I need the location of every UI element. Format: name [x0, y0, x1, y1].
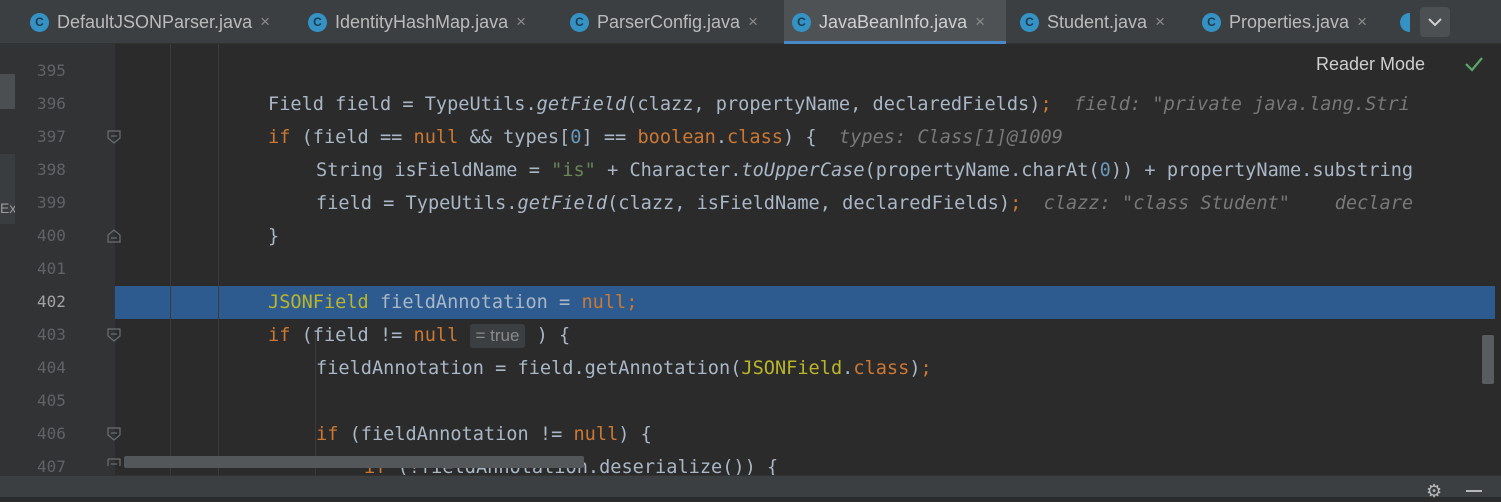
indent-guide [170, 44, 171, 475]
code-line-400: } [268, 226, 280, 247]
horizontal-scrollbar[interactable] [124, 456, 584, 468]
close-icon[interactable]: × [975, 12, 985, 32]
tab-label: DefaultJSONParser.java [57, 11, 253, 32]
reader-mode-button[interactable]: Reader Mode [1316, 54, 1425, 75]
strip-marker [0, 74, 15, 109]
check-icon[interactable] [1464, 55, 1484, 73]
close-icon[interactable]: × [516, 12, 526, 32]
debug-value-hint: declare [1334, 193, 1414, 214]
tab-overflow-partial[interactable] [1400, 0, 1410, 44]
gear-icon[interactable]: ⚙ [1426, 481, 1442, 502]
code-line-402: JSONField fieldAnnotation = null; [268, 292, 638, 313]
close-icon[interactable]: × [748, 12, 758, 32]
line-number-current: 402 [37, 292, 66, 311]
class-icon: C [570, 12, 589, 32]
indent-guide [218, 44, 219, 475]
code-line-403: if (field != null = true ) { [268, 324, 571, 348]
tab-label: JavaBeanInfo.java [819, 11, 968, 32]
line-number: 395 [37, 61, 66, 80]
line-number: 400 [37, 226, 66, 245]
close-icon[interactable]: × [260, 12, 270, 32]
class-icon: C [1202, 12, 1221, 32]
line-number: 398 [37, 160, 66, 179]
tab-properties[interactable]: C Properties.java × [1194, 0, 1394, 44]
line-number: 404 [37, 358, 66, 377]
line-number: 396 [37, 94, 66, 113]
line-number: 397 [37, 127, 66, 146]
code-line-406: if (fieldAnnotation != null) { [316, 424, 652, 445]
line-number: 399 [37, 193, 66, 212]
tab-label: ParserConfig.java [597, 11, 741, 32]
tab-parser-config[interactable]: C ParserConfig.java × [562, 0, 782, 44]
tab-identity-hash-map[interactable]: C IdentityHashMap.java × [300, 0, 560, 44]
close-icon[interactable]: × [1155, 12, 1165, 32]
class-icon: C [30, 12, 49, 32]
tab-java-bean-info[interactable]: C JavaBeanInfo.java × [784, 0, 1006, 44]
close-icon[interactable]: × [1357, 12, 1367, 32]
inline-value-hint: = true [469, 324, 526, 348]
chevron-down-icon[interactable] [1420, 7, 1450, 37]
tab-default-json-parser[interactable]: C DefaultJSONParser.java × [22, 0, 292, 44]
minimize-icon[interactable] [1466, 490, 1482, 492]
class-icon [1400, 12, 1410, 32]
strip-label: Ex [0, 200, 17, 216]
code-line-398: String isFieldName = "is" + Character.to… [316, 160, 1414, 181]
editor-tab-bar: C DefaultJSONParser.java × C IdentityHas… [0, 0, 1501, 44]
bottom-toolbar: ⚙ [0, 475, 1501, 501]
tab-label: Student.java [1047, 11, 1148, 32]
debug-value-hint: clazz: "class Student" [1043, 193, 1290, 214]
class-icon: C [308, 12, 327, 32]
line-number: 401 [37, 259, 66, 278]
line-number: 405 [37, 391, 66, 410]
vertical-scrollbar[interactable] [1482, 335, 1494, 384]
tab-label: Properties.java [1229, 11, 1350, 32]
tab-student[interactable]: C Student.java × [1012, 0, 1190, 44]
debug-value-hint: field: "private java.lang.Stri [1074, 94, 1410, 115]
code-line-404: fieldAnnotation = field.getAnnotation(JS… [316, 358, 932, 379]
code-line-399: field = TypeUtils.getField(clazz, isFiel… [316, 193, 1414, 214]
line-number: 406 [37, 424, 66, 443]
line-number: 407 [37, 457, 66, 475]
class-icon: C [1020, 12, 1039, 32]
tab-label: IdentityHashMap.java [335, 11, 509, 32]
code-line-397: if (field == null && types[0] == boolean… [268, 127, 1063, 148]
code-editor[interactable]: Field field = TypeUtils.getField(clazz, … [115, 44, 1501, 475]
tool-window-strip: Ex [0, 44, 17, 475]
line-number-gutter[interactable]: 395 396 397 398 399 400 401 402 403 404 … [15, 44, 115, 475]
class-icon: C [792, 12, 811, 32]
debug-value-hint: types: Class[1]@1009 [839, 127, 1063, 148]
code-line-396: Field field = TypeUtils.getField(clazz, … [268, 94, 1410, 115]
line-number: 403 [37, 325, 66, 344]
